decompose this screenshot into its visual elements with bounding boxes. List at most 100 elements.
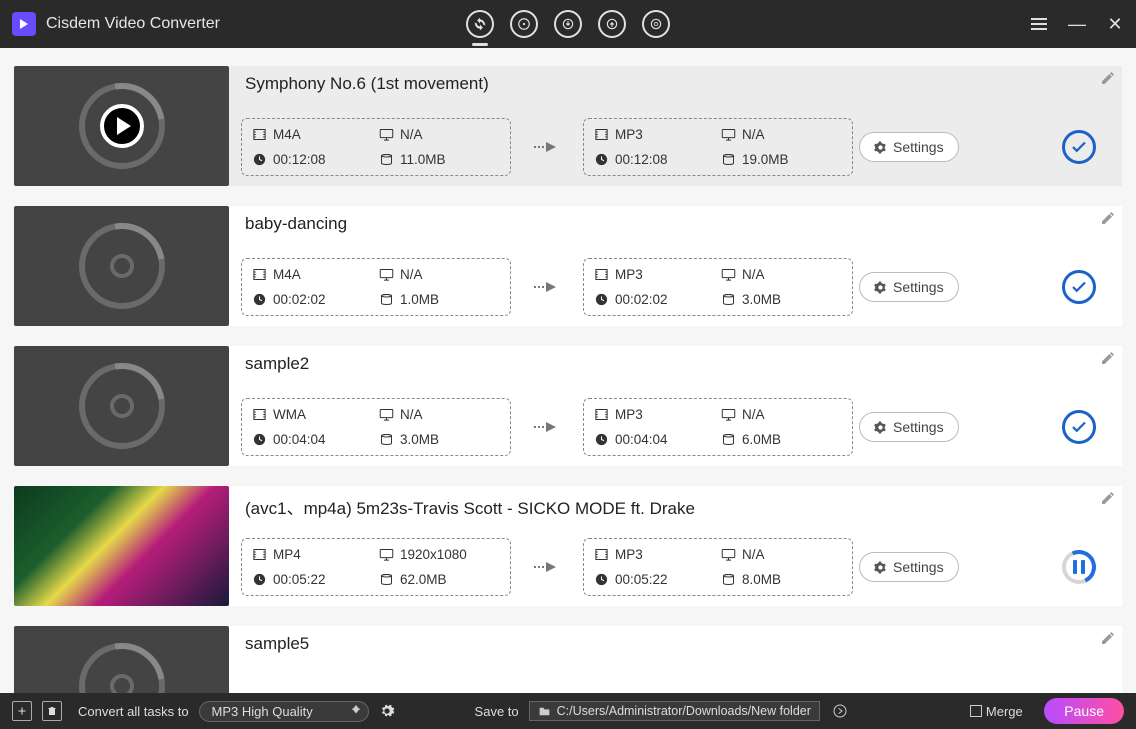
- output-info-box[interactable]: MP3N/A00:05:228.0MB: [583, 538, 853, 596]
- output-dur: 00:04:04: [594, 432, 715, 447]
- convert-mode-icon[interactable]: [466, 10, 494, 38]
- source-res: N/A: [379, 407, 500, 422]
- output-dur: 00:12:08: [594, 152, 715, 167]
- source-info-box: WMA N/A 00:04:04 3.0MB: [241, 398, 511, 456]
- edit-pencil-icon[interactable]: [1100, 210, 1116, 226]
- arrow-icon: [517, 420, 577, 434]
- screen-icon: [721, 267, 736, 282]
- disk-icon: [721, 292, 736, 307]
- output-info-box[interactable]: MP3N/A00:04:046.0MB: [583, 398, 853, 456]
- conversion-item[interactable]: (avc1、mp4a) 5m23s-Travis Scott - SICKO M…: [14, 486, 1122, 606]
- film-icon: [594, 127, 609, 142]
- merge-checkbox[interactable]: [970, 705, 982, 717]
- settings-button[interactable]: Settings: [859, 552, 959, 582]
- settings-button[interactable]: Settings: [859, 132, 959, 162]
- title-bar: Cisdem Video Converter — ✕: [0, 0, 1136, 48]
- conversion-item[interactable]: sample5: [14, 626, 1122, 693]
- item-title: Symphony No.6 (1st movement): [245, 74, 1110, 94]
- pause-status-button[interactable]: [1062, 550, 1096, 584]
- film-icon: [594, 407, 609, 422]
- item-thumbnail[interactable]: [14, 626, 229, 693]
- edit-pencil-icon[interactable]: [1100, 490, 1116, 506]
- ready-status-button[interactable]: [1062, 410, 1096, 444]
- item-body: sample5: [229, 626, 1122, 693]
- delete-button[interactable]: [42, 701, 62, 721]
- ready-status-button[interactable]: [1062, 130, 1096, 164]
- item-body: (avc1、mp4a) 5m23s-Travis Scott - SICKO M…: [229, 486, 1122, 606]
- disk-icon: [379, 432, 394, 447]
- play-icon[interactable]: [100, 104, 144, 148]
- screen-icon: [379, 407, 394, 422]
- item-thumbnail[interactable]: [14, 346, 229, 466]
- source-dur: 00:02:02: [252, 292, 373, 307]
- ready-status-button[interactable]: [1062, 270, 1096, 304]
- download-mode-icon[interactable]: [554, 10, 582, 38]
- minimize-button[interactable]: —: [1068, 15, 1086, 33]
- mode-toolbar: [466, 10, 670, 38]
- disk-icon: [721, 572, 736, 587]
- item-thumbnail[interactable]: [14, 206, 229, 326]
- source-format: M4A: [252, 267, 373, 282]
- film-icon: [252, 547, 267, 562]
- output-format-select[interactable]: MP3 High Quality: [199, 701, 369, 722]
- conversion-item[interactable]: baby-dancingM4AN/A00:02:021.0MBMP3N/A00:…: [14, 206, 1122, 326]
- conversion-item[interactable]: sample2WMAN/A00:04:043.0MBMP3N/A00:04:04…: [14, 346, 1122, 466]
- source-res: N/A: [379, 267, 500, 282]
- item-thumbnail[interactable]: [14, 66, 229, 186]
- edit-mode-icon[interactable]: [642, 10, 670, 38]
- footer-bar: Convert all tasks to MP3 High Quality Sa…: [0, 693, 1136, 729]
- format-settings-button[interactable]: [379, 703, 395, 719]
- app-logo: [12, 12, 36, 36]
- source-format: WMA: [252, 407, 373, 422]
- disk-icon: [379, 152, 394, 167]
- source-size: 3.0MB: [379, 432, 500, 447]
- clock-icon: [594, 152, 609, 167]
- source-format: M4A: [252, 127, 373, 142]
- source-format: MP4: [252, 547, 373, 562]
- rip-mode-icon[interactable]: [510, 10, 538, 38]
- source-res: 1920x1080: [379, 547, 500, 562]
- item-title: baby-dancing: [245, 214, 1110, 234]
- menu-button[interactable]: [1030, 15, 1048, 33]
- source-size: 11.0MB: [379, 152, 500, 167]
- screen-icon: [379, 127, 394, 142]
- output-res: N/A: [721, 127, 842, 142]
- item-body: Symphony No.6 (1st movement) M4A N/A 00:12:…: [229, 66, 1122, 186]
- source-dur: 00:12:08: [252, 152, 373, 167]
- open-folder-button[interactable]: [830, 701, 850, 721]
- arrow-icon: [517, 140, 577, 154]
- close-button[interactable]: ✕: [1106, 15, 1124, 33]
- item-body: baby-dancingM4AN/A00:02:021.0MBMP3N/A00:…: [229, 206, 1122, 326]
- edit-pencil-icon[interactable]: [1100, 70, 1116, 86]
- gear-icon: [874, 561, 887, 574]
- item-title: sample2: [245, 354, 1110, 374]
- disk-icon: [721, 152, 736, 167]
- save-path-input[interactable]: C:/Users/Administrator/Downloads/New fol…: [529, 701, 820, 721]
- edit-pencil-icon[interactable]: [1100, 630, 1116, 646]
- source-dur: 00:04:04: [252, 432, 373, 447]
- output-dur: 00:02:02: [594, 292, 715, 307]
- add-file-button[interactable]: [12, 701, 32, 721]
- save-to-label: Save to: [475, 704, 519, 719]
- output-dur: 00:05:22: [594, 572, 715, 587]
- conversion-item[interactable]: Symphony No.6 (1st movement) M4A N/A 00:12:…: [14, 66, 1122, 186]
- settings-button[interactable]: Settings: [859, 412, 959, 442]
- upload-mode-icon[interactable]: [598, 10, 626, 38]
- gear-icon: [874, 421, 887, 434]
- disk-icon: [379, 292, 394, 307]
- output-size: 6.0MB: [721, 432, 842, 447]
- pause-all-button[interactable]: Pause: [1044, 698, 1124, 724]
- output-res: N/A: [721, 547, 842, 562]
- settings-button[interactable]: Settings: [859, 272, 959, 302]
- output-size: 19.0MB: [721, 152, 842, 167]
- clock-icon: [252, 572, 267, 587]
- item-thumbnail[interactable]: [14, 486, 229, 606]
- output-info-box[interactable]: MP3N/A00:02:023.0MB: [583, 258, 853, 316]
- output-info-box[interactable]: MP3N/A00:12:0819.0MB: [583, 118, 853, 176]
- film-icon: [594, 547, 609, 562]
- screen-icon: [379, 267, 394, 282]
- source-res: N/A: [379, 127, 500, 142]
- output-res: N/A: [721, 267, 842, 282]
- source-info-box: M4AN/A00:02:021.0MB: [241, 258, 511, 316]
- edit-pencil-icon[interactable]: [1100, 350, 1116, 366]
